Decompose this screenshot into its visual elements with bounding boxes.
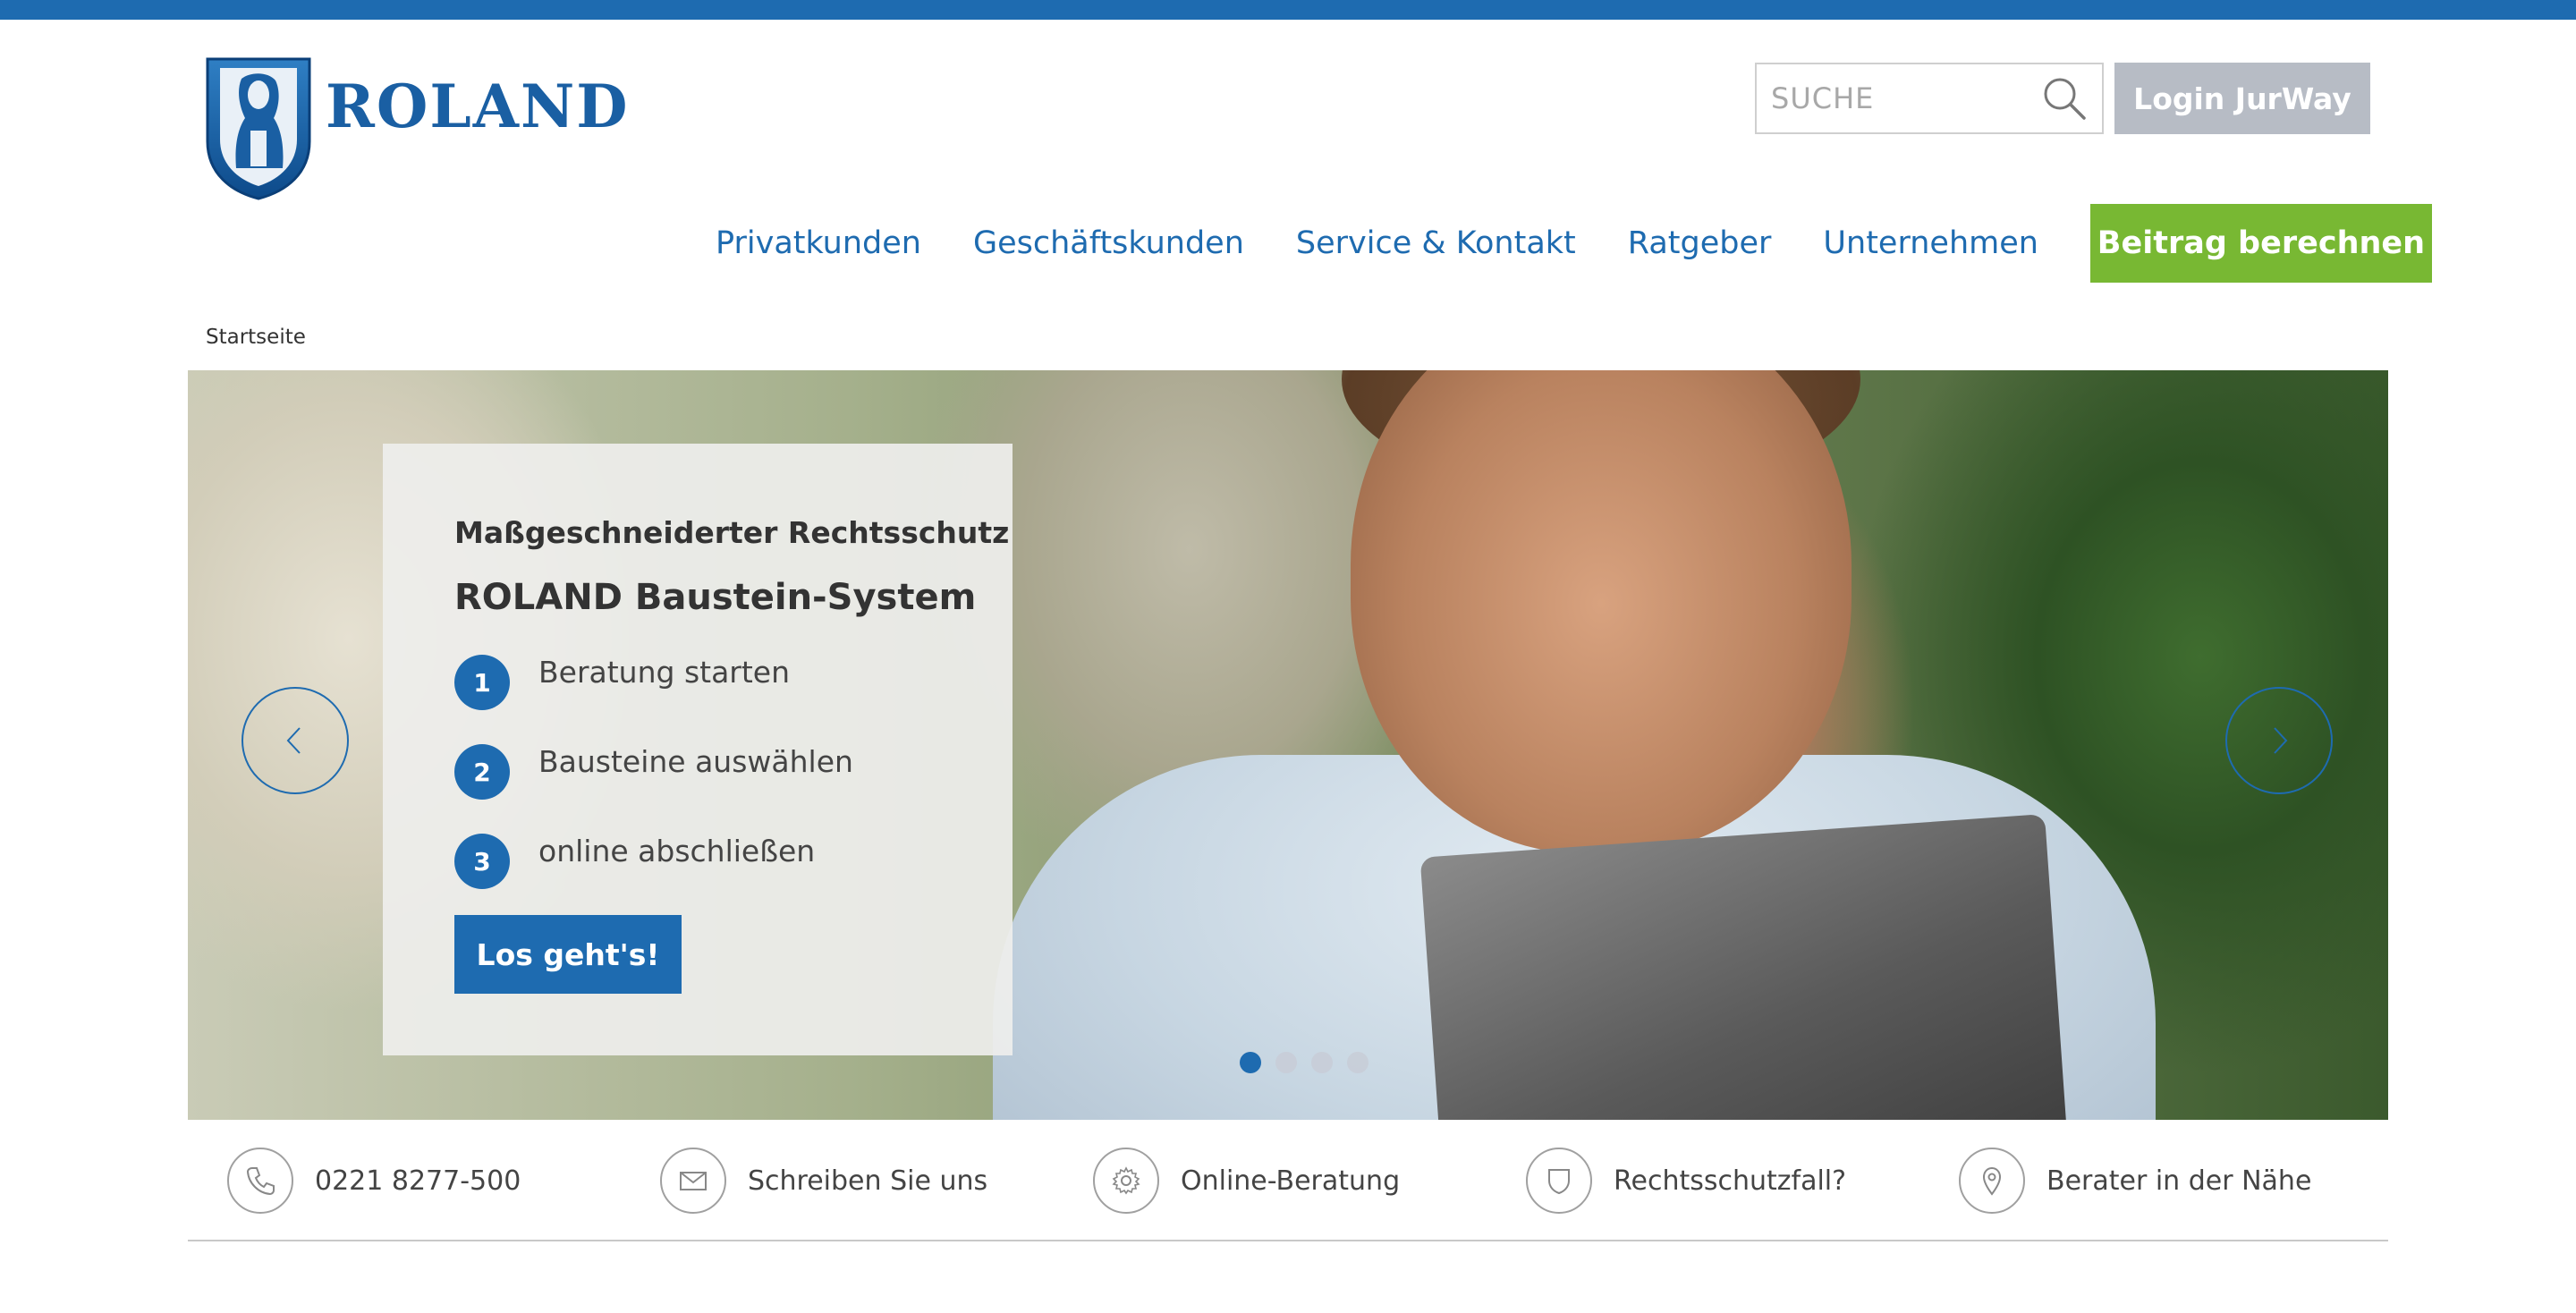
promo-subtitle: Maßgeschneiderter Rechtsschutz (454, 515, 1010, 550)
nav-item-ratgeber[interactable]: Ratgeber (1628, 225, 1772, 261)
hero-slider: Maßgeschneiderter Rechtsschutz ROLAND Ba… (188, 370, 2388, 1120)
shield-icon (1526, 1148, 1592, 1214)
get-started-button[interactable]: Los geht's! (454, 915, 682, 994)
breadcrumb[interactable]: Startseite (206, 326, 306, 349)
promo-title: ROLAND Baustein-System (454, 577, 977, 618)
contact-label: Rechtsschutzfall? (1614, 1165, 1847, 1197)
contact-label: 0221 8277-500 (315, 1165, 521, 1197)
slider-pagination (1240, 1052, 1383, 1073)
logo-wordmark: ROLAND (326, 72, 630, 141)
promo-box: Maßgeschneiderter Rechtsschutz ROLAND Ba… (383, 444, 1013, 1055)
location-pin-icon (1959, 1148, 2025, 1214)
step-item: 2 Bausteine auswählen (454, 727, 1013, 817)
main-nav: Privatkunden Geschäftskunden Service & K… (716, 204, 2432, 283)
nav-item-privatkunden[interactable]: Privatkunden (716, 225, 921, 261)
nav-item-geschaeftskunden[interactable]: Geschäftskunden (973, 225, 1244, 261)
top-accent-bar (0, 0, 2576, 20)
slider-dot[interactable] (1240, 1052, 1261, 1073)
hero-photo-tablet (1419, 814, 2069, 1120)
contact-bar: 0221 8277-500 Schreiben Sie uns Online-B… (188, 1120, 2388, 1241)
nav-item-unternehmen[interactable]: Unternehmen (1823, 225, 2038, 261)
contact-online-consulting[interactable]: Online-Beratung (1093, 1147, 1400, 1215)
calculate-premium-button[interactable]: Beitrag berechnen (2089, 204, 2432, 283)
slider-next-button[interactable] (2225, 687, 2333, 794)
slider-dot[interactable] (1311, 1052, 1333, 1073)
step-label: Beratung starten (538, 654, 791, 690)
search-icon[interactable] (2038, 72, 2091, 125)
step-label: online abschließen (538, 833, 816, 868)
step-number-badge: 1 (454, 655, 510, 710)
nav-item-service-kontakt[interactable]: Service & Kontakt (1296, 225, 1576, 261)
step-item: 1 Beratung starten (454, 638, 1013, 727)
mail-icon (660, 1148, 726, 1214)
slider-dot[interactable] (1347, 1052, 1368, 1073)
steps-list: 1 Beratung starten 2 Bausteine auswählen… (454, 638, 1013, 906)
chevron-right-icon (2274, 727, 2288, 754)
phone-icon (227, 1148, 293, 1214)
step-item: 3 online abschließen (454, 817, 1013, 906)
search-input[interactable] (1757, 64, 2034, 132)
login-jurway-button[interactable]: Login JurWay (2114, 63, 2370, 134)
contact-label: Schreiben Sie uns (748, 1165, 988, 1197)
step-label: Bausteine auswählen (538, 743, 853, 779)
contact-mail[interactable]: Schreiben Sie uns (660, 1147, 987, 1215)
contact-label: Berater in der Nähe (2046, 1165, 2312, 1197)
contact-label: Online-Beratung (1181, 1165, 1401, 1197)
slider-dot[interactable] (1275, 1052, 1297, 1073)
contact-advisor-nearby[interactable]: Berater in der Nähe (1959, 1147, 2311, 1215)
roland-logo[interactable]: ROLAND (204, 55, 630, 200)
chevron-left-icon (286, 727, 301, 754)
step-number-badge: 3 (454, 834, 510, 889)
gear-icon (1093, 1148, 1159, 1214)
slider-prev-button[interactable] (242, 687, 349, 794)
contact-phone[interactable]: 0221 8277-500 (227, 1147, 521, 1215)
step-number-badge: 2 (454, 744, 510, 800)
contact-legal-case[interactable]: Rechtsschutzfall? (1526, 1147, 1846, 1215)
search-box[interactable] (1755, 63, 2104, 134)
hero-photo-face (1351, 370, 1852, 853)
roland-shield-icon (206, 57, 311, 200)
